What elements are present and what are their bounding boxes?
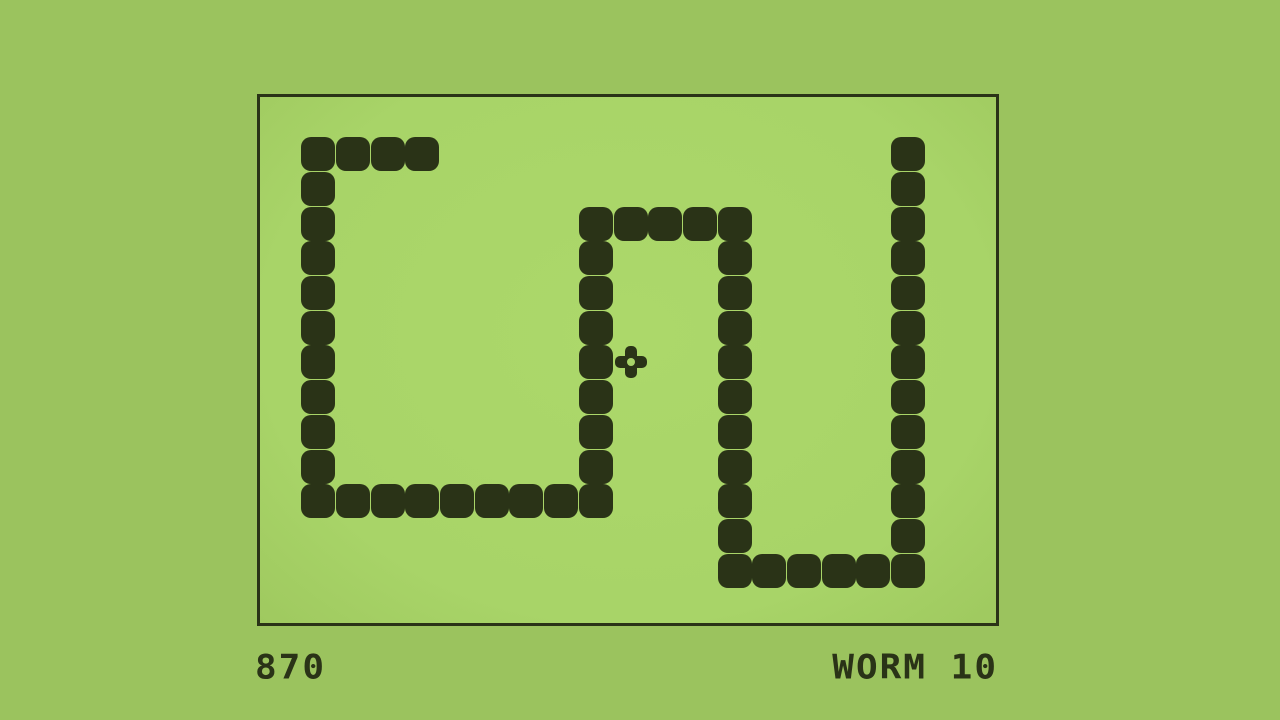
snake-segment <box>301 345 336 380</box>
snake-segment <box>370 137 405 172</box>
snake-segment <box>891 276 926 310</box>
snake-segment <box>301 310 336 345</box>
snake-segment <box>717 518 752 553</box>
snake-segment <box>891 518 926 553</box>
snake-segment <box>717 206 752 241</box>
snake-segment <box>301 137 336 172</box>
snake-segment <box>821 553 856 588</box>
snake-segment <box>648 206 683 241</box>
level-display: WORM 10 <box>832 648 998 687</box>
snake-segment <box>474 484 509 519</box>
snake-segment <box>717 241 752 276</box>
snake-segment <box>717 414 752 449</box>
snake-segment <box>891 484 926 519</box>
snake-segment <box>752 553 787 588</box>
snake-segment <box>544 484 579 519</box>
snake-segment <box>891 414 926 449</box>
snake-segment <box>301 276 336 310</box>
snake-segment <box>891 449 926 484</box>
snake-segment <box>301 171 336 206</box>
snake-segment <box>891 241 926 276</box>
snake-segment <box>578 414 613 449</box>
snake-segment <box>891 380 926 415</box>
game-board[interactable] <box>257 94 999 626</box>
snake-segment <box>717 345 752 380</box>
snake-segment <box>335 484 370 519</box>
snake-segment <box>717 276 752 310</box>
snake-segment <box>578 241 613 276</box>
snake-segment <box>578 310 613 345</box>
snake-segment <box>578 345 613 380</box>
snake-segment <box>440 484 474 519</box>
snake-segment <box>891 310 926 345</box>
snake-segment <box>370 484 405 519</box>
snake-segment <box>301 380 336 415</box>
snake-segment <box>578 484 613 519</box>
snake-segment <box>578 206 613 241</box>
snake-segment <box>891 206 926 241</box>
snake-segment <box>578 380 613 415</box>
snake-segment <box>578 449 613 484</box>
snake-segment <box>613 206 648 241</box>
snake-segment <box>891 345 926 380</box>
snake-segment <box>717 449 752 484</box>
snake-segment <box>301 484 336 519</box>
snake-segment <box>717 553 752 588</box>
food-pellet-icon <box>614 346 647 379</box>
snake-segment <box>335 137 370 172</box>
snake-segment <box>405 484 440 519</box>
snake-segment <box>891 137 926 172</box>
snake-segment <box>891 171 926 206</box>
snake-segment <box>717 310 752 345</box>
snake-segment <box>301 206 336 241</box>
snake-segment <box>509 484 544 519</box>
snake-segment <box>301 449 336 484</box>
snake-segment <box>787 553 821 588</box>
snake-segment <box>301 241 336 276</box>
game-screen: 870 WORM 10 <box>0 0 1280 720</box>
snake-segment <box>717 380 752 415</box>
snake-head <box>405 137 440 172</box>
snake-segment <box>301 414 336 449</box>
snake-segment <box>682 206 717 241</box>
snake-segment <box>717 484 752 519</box>
snake-segment <box>578 276 613 310</box>
snake-segment <box>891 553 926 588</box>
snake-segment <box>856 553 891 588</box>
score-display: 870 <box>255 648 327 687</box>
